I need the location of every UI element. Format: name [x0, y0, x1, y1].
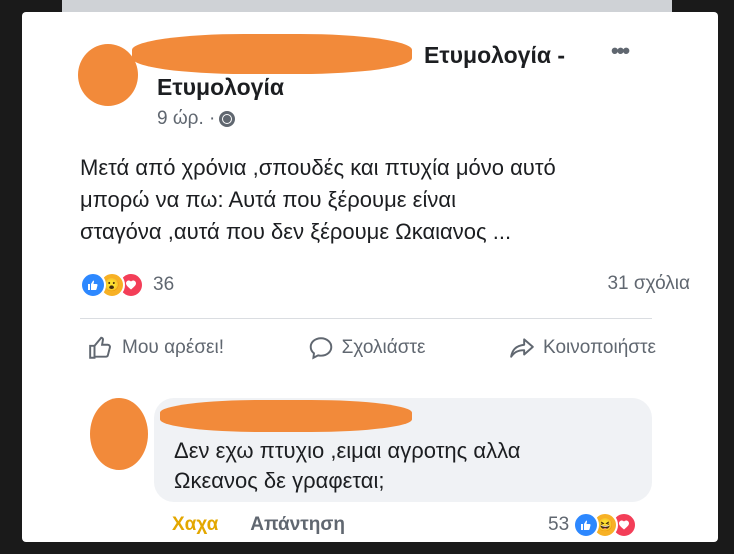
- comment-text: Δεν εχω πτυχιο ,ειμαι αγροτης αλλα Ωκεαν…: [174, 436, 520, 496]
- comment-button[interactable]: Σχολιάστε: [308, 335, 426, 361]
- like-label: Μου αρέσει!: [122, 337, 225, 358]
- like-reaction-icon: [573, 512, 600, 538]
- page-name-continued[interactable]: Ετυμολογία: [157, 74, 284, 101]
- divider: [80, 318, 652, 319]
- comment-label: Σχολιάστε: [341, 337, 426, 358]
- comments-count[interactable]: 31 σχόλια: [607, 273, 690, 295]
- thumbs-up-icon: [89, 336, 111, 359]
- more-options-icon[interactable]: •••: [611, 38, 630, 64]
- haha-reaction-button[interactable]: Χαχα: [172, 514, 218, 536]
- post-time[interactable]: 9 ώρ. ·: [157, 108, 215, 130]
- page-name[interactable]: Ετυμολογία -: [424, 42, 565, 69]
- redacted-avatar: [78, 44, 138, 106]
- post-actions: Μου αρέσει! Σχολιάστε Κοινοποιήστε: [88, 335, 656, 361]
- post-text-line: Μετά από χρόνια ,σπουδές και πτυχία μόνο…: [80, 155, 556, 180]
- post-reactions[interactable]: 😮 36: [80, 272, 174, 298]
- redacted-commenter-name: [160, 400, 412, 432]
- comment-text-line: Δεν εχω πτυχιο ,ειμαι αγροτης αλλα: [174, 438, 521, 463]
- like-reaction-icon: [80, 272, 106, 298]
- post-text-line: σταγόνα ,αυτά που δεν ξέρουμε Ωκαιανος .…: [80, 219, 512, 244]
- post-text-line: μπορώ να πω: Αυτά που ξέρουμε είναι: [80, 187, 456, 212]
- share-arrow-icon: [510, 338, 534, 358]
- share-label: Κοινοποιήστε: [543, 337, 656, 358]
- comment-reaction-count: 53: [548, 514, 570, 535]
- reply-button[interactable]: Απάντηση: [250, 514, 345, 536]
- redacted-commenter-avatar: [90, 398, 148, 470]
- post-meta: 9 ώρ. ·: [157, 108, 236, 130]
- like-button[interactable]: Μου αρέσει!: [88, 335, 224, 361]
- redacted-author-name: [132, 34, 412, 74]
- reaction-count: 36: [153, 274, 175, 295]
- globe-icon: [219, 111, 236, 127]
- comment-actions: Χαχα Απάντηση: [172, 514, 345, 536]
- share-button[interactable]: Κοινοποιήστε: [509, 335, 656, 361]
- comment-text-line: Ωκεανος δε γραφεται;: [174, 468, 385, 493]
- comment-reactions[interactable]: 53 😆: [548, 512, 638, 538]
- post-text: Μετά από χρόνια ,σπουδές και πτυχία μόνο…: [80, 152, 660, 248]
- comment-bubble-icon: [309, 337, 332, 360]
